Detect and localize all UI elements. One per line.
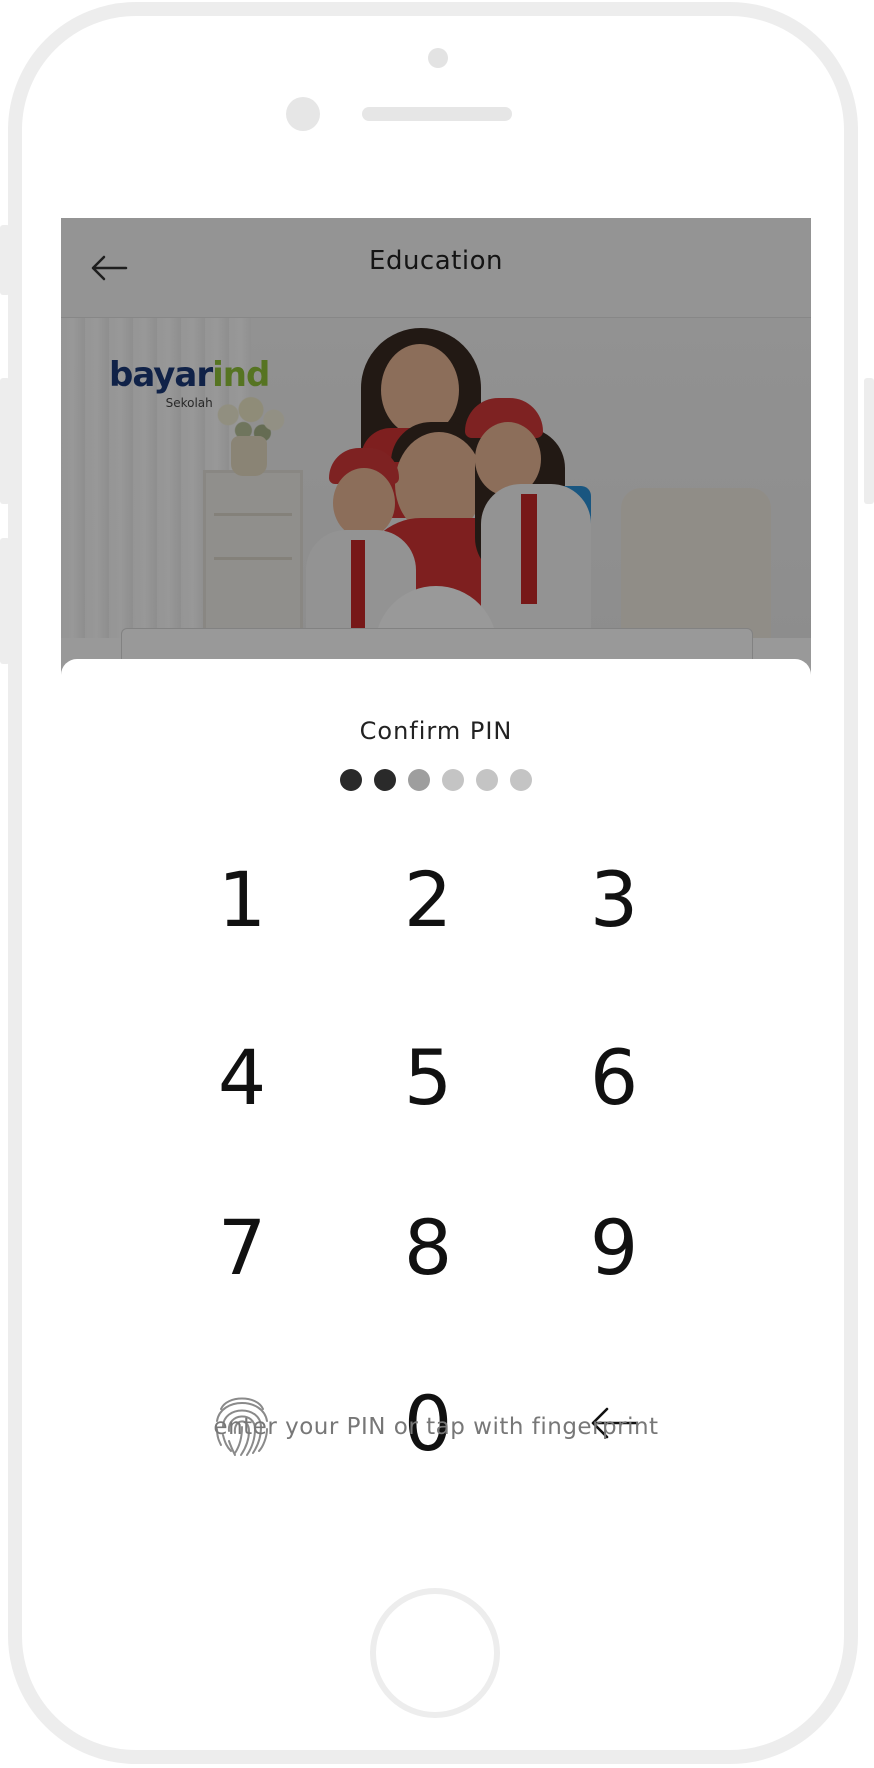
phone-speaker [362, 107, 512, 121]
pin-indicator [61, 769, 811, 791]
phone-side-button-left [0, 225, 10, 295]
phone-sensor [428, 48, 448, 68]
key-1[interactable]: 1 [162, 839, 322, 959]
pin-dot [476, 769, 498, 791]
pin-dot [374, 769, 396, 791]
key-2[interactable]: 2 [348, 839, 508, 959]
pin-dot [340, 769, 362, 791]
phone-camera [286, 97, 320, 131]
phone-side-button-left-2 [0, 378, 10, 504]
app-screen: Education bayarind Sekolah Confirm PIN 1… [61, 218, 811, 1568]
phone-side-button-right [864, 378, 874, 504]
pin-dot [408, 769, 430, 791]
pin-title: Confirm PIN [359, 717, 513, 745]
pin-dot [442, 769, 464, 791]
key-3[interactable]: 3 [534, 839, 694, 959]
key-5[interactable]: 5 [348, 1017, 508, 1137]
key-7[interactable]: 7 [162, 1187, 322, 1307]
phone-home-button[interactable] [370, 1588, 500, 1718]
phone-side-button-left-3 [0, 538, 10, 664]
key-4[interactable]: 4 [162, 1017, 322, 1137]
key-9[interactable]: 9 [534, 1187, 694, 1307]
pin-dot [510, 769, 532, 791]
pin-hint-text: enter your PIN or tap with fingerprint [213, 1414, 659, 1440]
key-8[interactable]: 8 [348, 1187, 508, 1307]
key-6[interactable]: 6 [534, 1017, 694, 1137]
pin-bottom-sheet: Confirm PIN 1 2 3 4 5 6 7 8 9 0 enter yo… [61, 659, 811, 1568]
